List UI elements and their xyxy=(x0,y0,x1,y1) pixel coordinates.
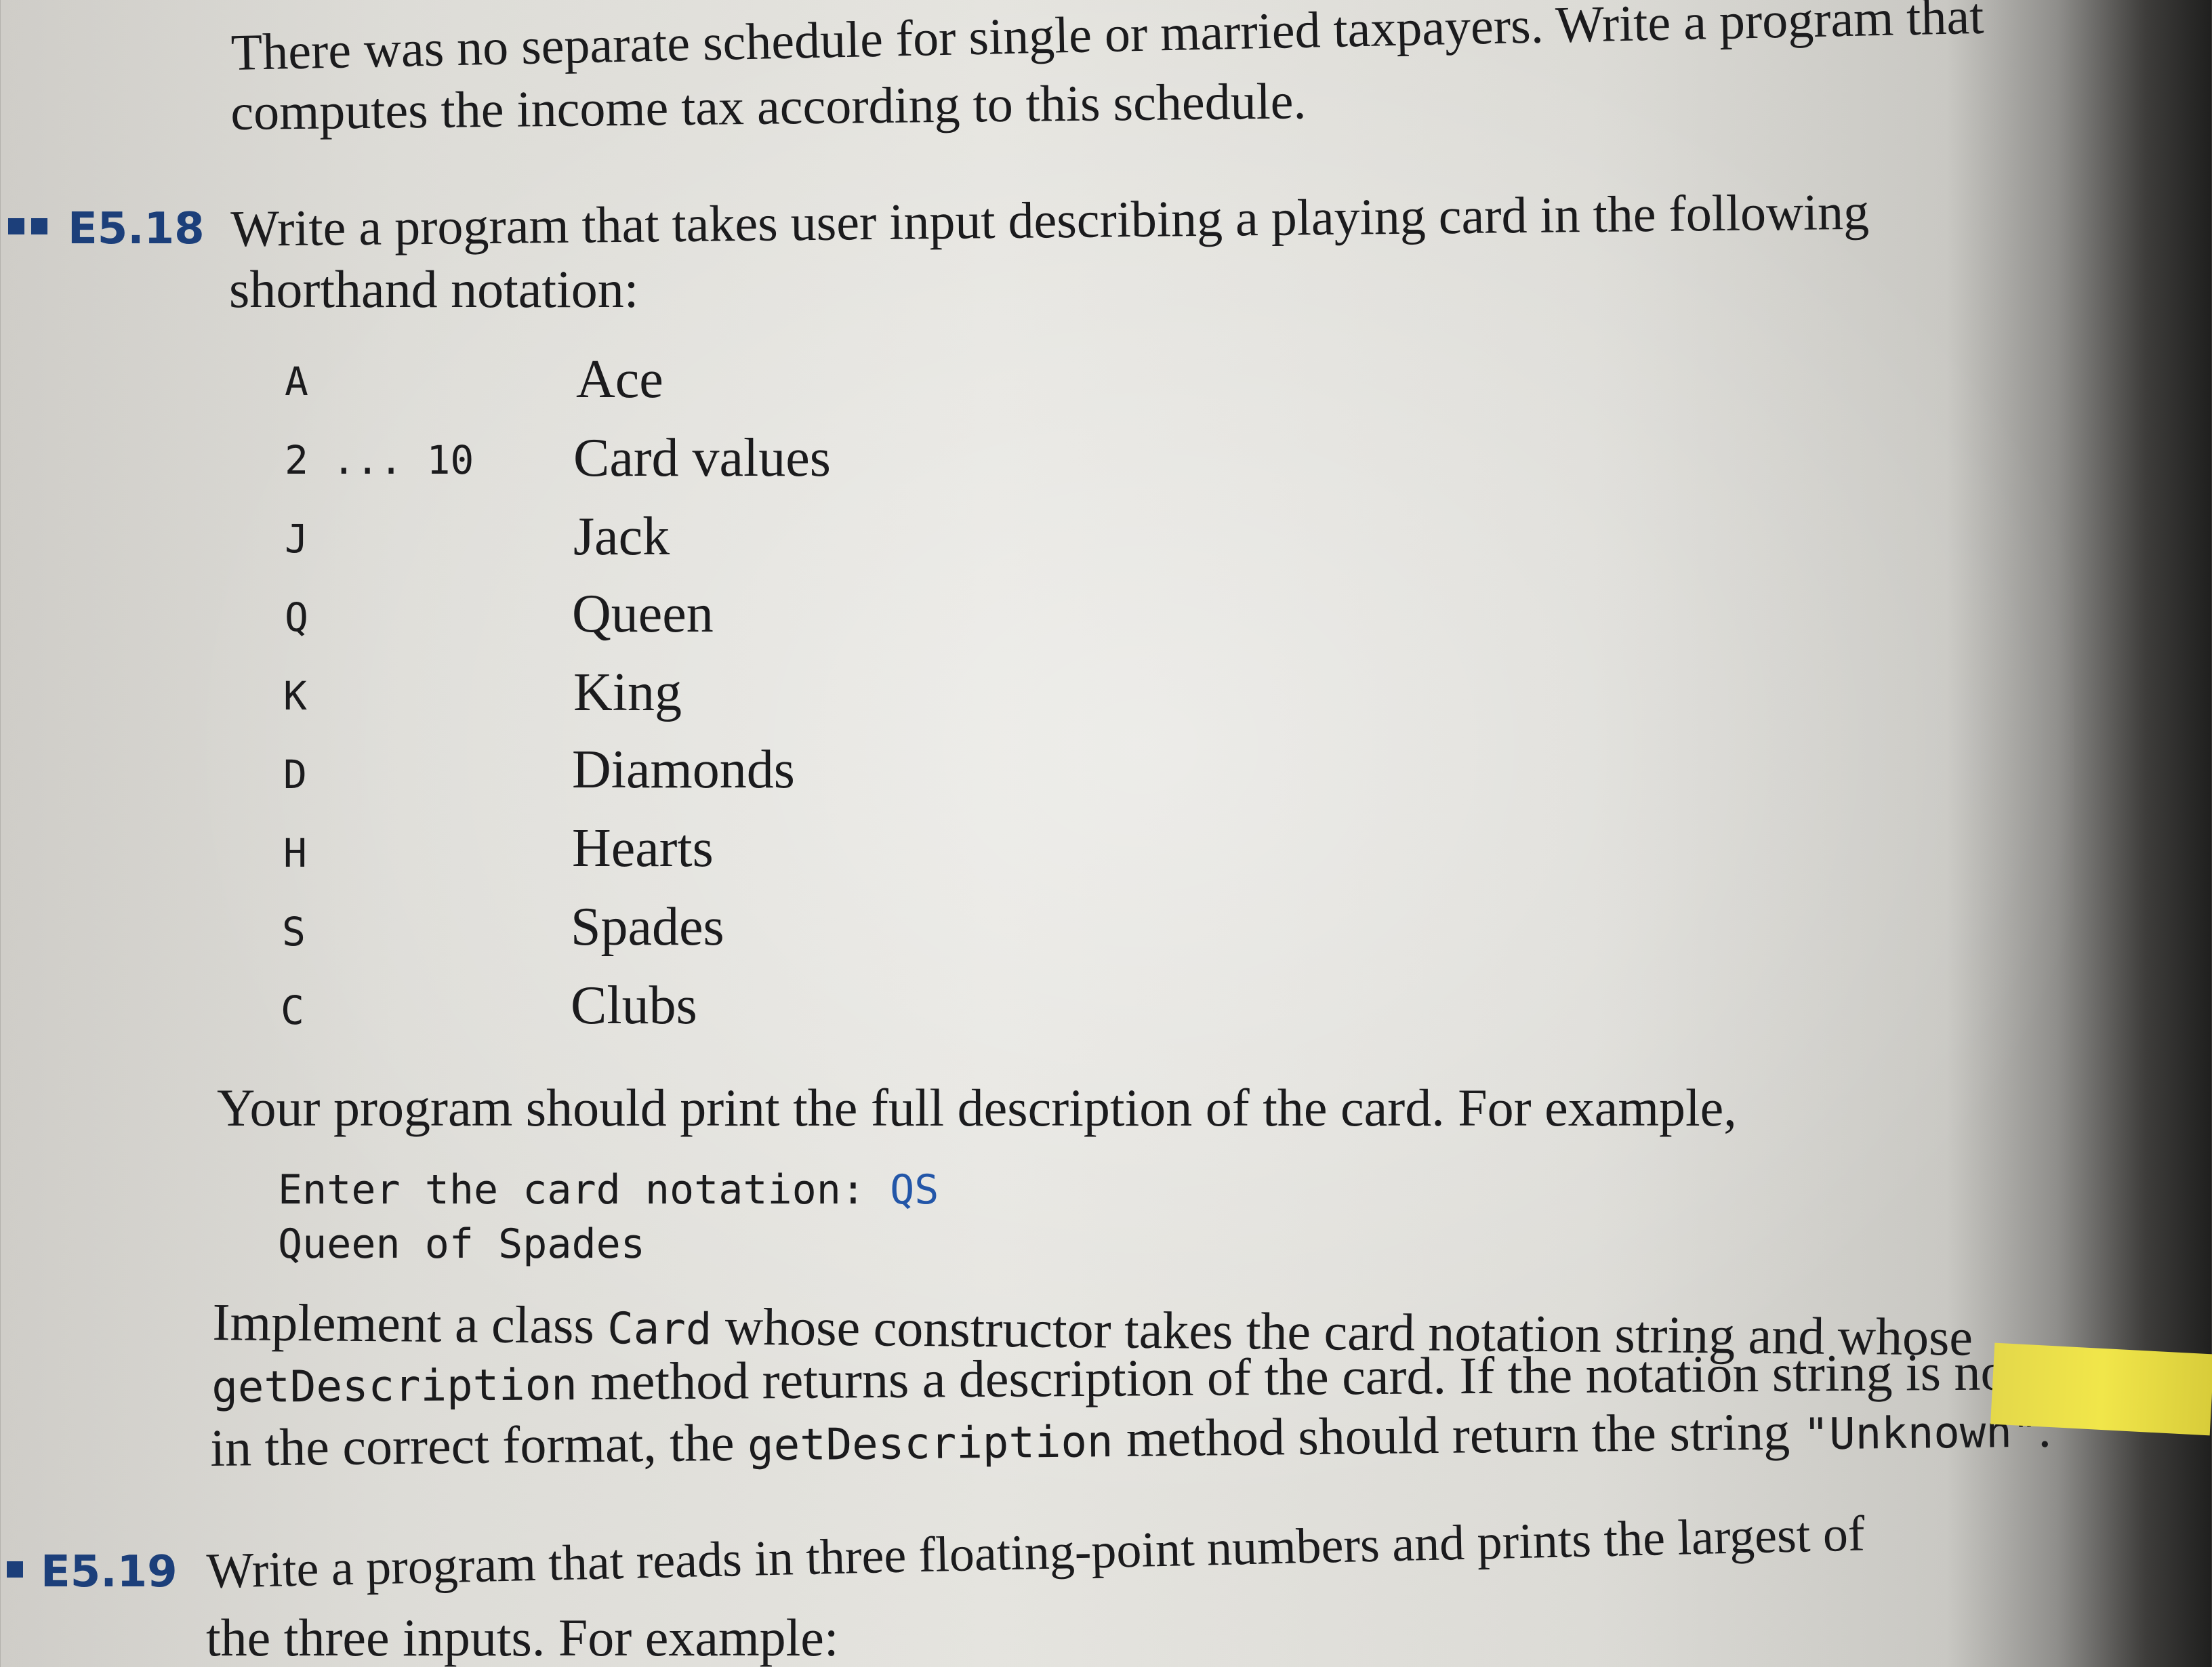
notation-key: D xyxy=(283,752,307,798)
method-name-code: getDescription xyxy=(747,1417,1113,1471)
notation-key: 2 ... 10 xyxy=(285,437,474,483)
notation-key: H xyxy=(283,830,307,876)
intro-line-1: There was no separate schedule for singl… xyxy=(230,0,1985,81)
example-intro: Your program should print the full descr… xyxy=(217,1078,1737,1137)
notation-value: Clubs xyxy=(571,976,697,1035)
difficulty-bullet xyxy=(7,1561,23,1578)
difficulty-bullet xyxy=(31,218,47,234)
exercise-prompt-line-2: shorthand notation: xyxy=(229,260,639,318)
console-output: Queen of Spades xyxy=(278,1220,645,1268)
notation-value: King xyxy=(573,663,682,722)
exercise-prompt-line-2: the three inputs. For example: xyxy=(206,1608,839,1667)
notation-key: A xyxy=(285,358,308,405)
textbook-page: There was no separate schedule for singl… xyxy=(0,0,2074,1664)
intro-line-2: computes the income tax according to thi… xyxy=(230,73,1307,141)
difficulty-bullet xyxy=(8,218,24,234)
notation-key: Q xyxy=(285,594,308,640)
exercise-number: E5.19 xyxy=(41,1547,178,1597)
notation-key: K xyxy=(283,673,307,719)
exercise-number: E5.18 xyxy=(68,204,205,254)
impl-line-3: in the correct format, the getDescriptio… xyxy=(209,1399,2051,1477)
notation-key: C xyxy=(281,987,304,1033)
exercise-prompt-line-1: Write a program that reads in three floa… xyxy=(205,1506,1866,1599)
exercise-prompt-line-1: Write a program that takes user input de… xyxy=(230,183,1870,258)
notation-value: Jack xyxy=(573,507,670,567)
impl-text: method should return the string xyxy=(1112,1401,1804,1468)
notation-key: S xyxy=(282,909,306,955)
console-prompt: Enter the card notation: xyxy=(278,1166,890,1214)
example-console-prompt-line: Enter the card notation: QS xyxy=(278,1170,939,1210)
class-name-code: Card xyxy=(607,1304,712,1355)
difficulty-marker xyxy=(7,1561,23,1578)
impl-text: Implement a class xyxy=(212,1292,608,1355)
highlighter-mark xyxy=(1990,1342,2212,1436)
notation-value: Spades xyxy=(571,897,724,957)
method-name-code: getDescription xyxy=(211,1360,577,1413)
impl-line-2: getDescription method returns a descript… xyxy=(211,1342,2022,1413)
notation-value: Ace xyxy=(576,350,663,409)
notation-value: Card values xyxy=(573,428,831,488)
impl-text: in the correct format, the xyxy=(209,1412,748,1477)
notation-value: Queen xyxy=(572,584,714,644)
impl-text: method returns a description of the card… xyxy=(577,1342,2022,1412)
notation-key: J xyxy=(285,516,308,562)
difficulty-marker xyxy=(8,218,47,234)
notation-value: Hearts xyxy=(572,819,714,878)
notation-value: Diamonds xyxy=(572,740,795,800)
console-user-input: QS xyxy=(890,1166,939,1214)
